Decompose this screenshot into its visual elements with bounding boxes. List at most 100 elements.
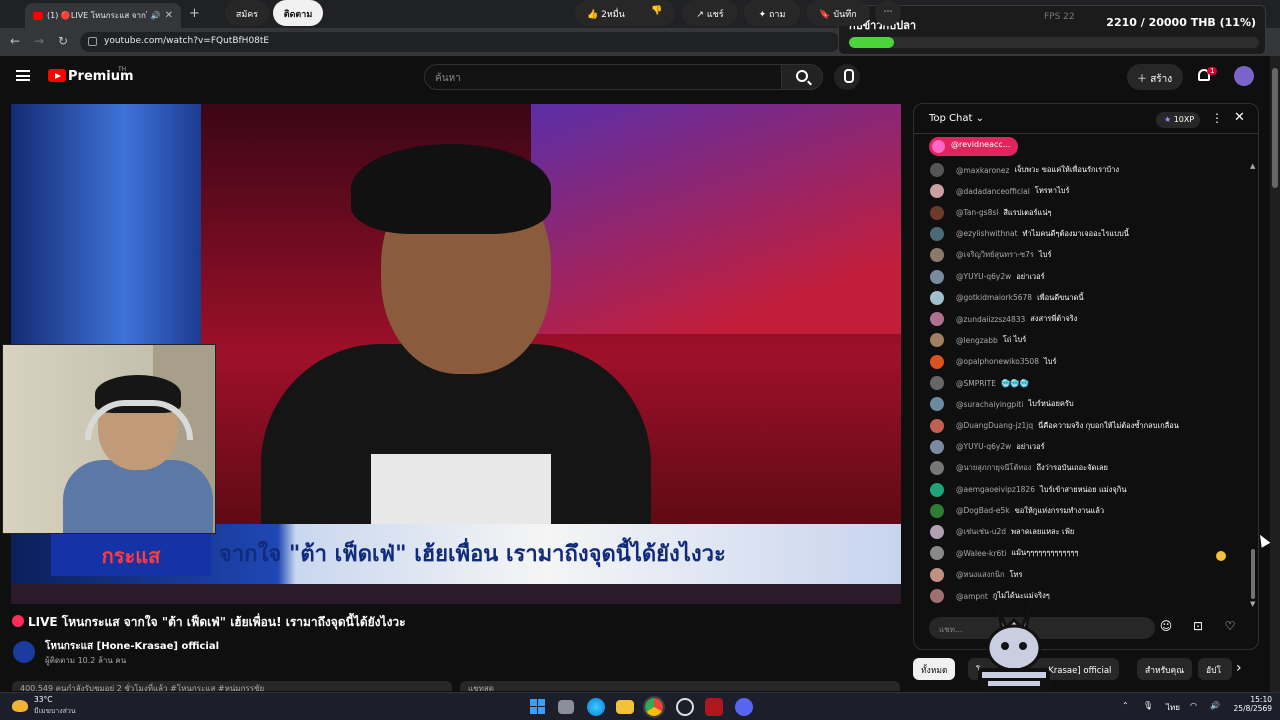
chat-message[interactable]: @surachaiyingpiti ไบร์หน่อยครับ <box>930 394 1074 414</box>
chat-author[interactable]: @เจริญวิทย์สุนทรา-ซ7ร <box>956 249 1034 261</box>
avatar[interactable] <box>930 226 944 241</box>
voice-search-icon[interactable] <box>834 64 860 90</box>
browser-tab[interactable]: (1) 🔴LIVE โหนกระแส จากใจ 🔊 ✕ <box>25 3 181 28</box>
chat-author[interactable]: @lengzabb <box>956 336 998 345</box>
site-info-icon[interactable] <box>88 37 97 46</box>
avatar[interactable] <box>930 269 944 284</box>
chat-message[interactable]: @maxkaronez เจ็บพวะ ขอแค่ให้เพื่อนรักเราบ… <box>930 160 1119 180</box>
chat-message[interactable]: @เจริญวิทย์สุนทรา-ซ7ร ไบร์ <box>930 245 1051 265</box>
more-actions-icon[interactable]: ⋯ <box>875 0 901 26</box>
chat-scrollbar[interactable] <box>1251 549 1255 599</box>
dislike-icon[interactable]: 👎 <box>651 6 662 16</box>
chat-author[interactable]: @surachaiyingpiti <box>956 400 1023 409</box>
system-clock[interactable]: 15:10 25/8/2569 <box>1232 695 1272 713</box>
avatar[interactable] <box>930 525 944 540</box>
create-button[interactable]: ＋ สร้าง <box>1127 64 1183 90</box>
avatar[interactable] <box>930 546 944 561</box>
avatar[interactable] <box>930 418 944 433</box>
dota-icon[interactable] <box>705 698 723 716</box>
weather-summary[interactable]: มีเมฆบางส่วน <box>34 706 76 717</box>
pinned-supporter[interactable]: @revidneacc... <box>929 137 1019 156</box>
xp-badge[interactable]: ★ 10XP <box>1156 112 1201 128</box>
join-button[interactable]: สมัคร <box>225 0 269 26</box>
chat-author[interactable]: @aemgaoeivipz1826 <box>956 485 1035 494</box>
channel-name[interactable]: โหนกระแส [Hone-Krasae] official <box>45 639 219 654</box>
like-count[interactable]: 2หมื่น <box>601 10 625 20</box>
avatar[interactable] <box>930 248 944 263</box>
avatar[interactable] <box>930 376 944 390</box>
back-icon[interactable]: ← <box>10 34 20 48</box>
subscribe-button[interactable]: ติดตาม <box>273 0 323 26</box>
avatar[interactable] <box>930 439 944 454</box>
chat-message-list[interactable]: @maxkaronez เจ็บพวะ ขอแค่ให้เพื่อนรักเราบ… <box>914 160 1258 610</box>
filter-chip[interactable]: ทั้งหมด <box>913 658 956 680</box>
chat-message[interactable]: @SMPRITE 🥶🥶🥶 <box>930 373 1029 393</box>
chat-author[interactable]: @SMPRITE <box>956 379 996 388</box>
file-explorer-icon[interactable] <box>616 700 634 714</box>
avatar[interactable] <box>930 397 944 412</box>
avatar[interactable] <box>930 503 944 518</box>
chat-author[interactable]: @Walee-kr6ti <box>956 549 1006 558</box>
chat-author[interactable]: @เช่นเช่น-u2d <box>956 526 1006 538</box>
volume-icon[interactable]: 🔊 <box>1210 701 1220 710</box>
chat-mode-selector[interactable]: Top Chat ⌄ <box>929 113 984 124</box>
discord-icon[interactable] <box>735 698 753 716</box>
share-button[interactable]: ↗ แชร์ <box>682 0 738 26</box>
avatar[interactable] <box>1234 66 1254 86</box>
chat-message[interactable]: @opalphonewiko3508 ไบร์ <box>930 352 1057 372</box>
new-tab-icon[interactable]: + <box>189 6 200 21</box>
youtube-logo-icon[interactable] <box>48 69 66 82</box>
weather-icon[interactable] <box>12 700 28 712</box>
input-language[interactable]: ไทย <box>1166 701 1180 714</box>
avatar[interactable] <box>930 589 944 603</box>
reload-icon[interactable]: ↻ <box>58 34 68 48</box>
chat-message[interactable]: @นายสุภกายุจนีโต้ทอง ถึงว่ารอบันเถอะจัดเล… <box>930 458 1108 478</box>
close-tab-icon[interactable]: ✕ <box>165 10 173 21</box>
emoji-picker-icon[interactable]: ☺ <box>1158 619 1174 635</box>
close-icon[interactable]: ✕ <box>1234 110 1245 125</box>
tray-chevron-icon[interactable]: ⌃ <box>1122 701 1129 710</box>
filter-chip[interactable]: สำหรับคุณ <box>1137 658 1193 680</box>
chat-message[interactable]: @เช่นเช่น-u2d พลาดเลยแหละ เฟ้ย <box>930 522 1074 542</box>
chat-author[interactable]: @opalphonewiko3508 <box>956 357 1039 366</box>
chrome-icon[interactable] <box>643 696 665 718</box>
chat-message[interactable]: @aemgaoeivipz1826 ไบร์เข้าสายหน่อย แม่งจุ… <box>930 480 1126 500</box>
weather-temp[interactable]: 33°C <box>34 695 53 704</box>
url-field[interactable]: youtube.com/watch?v=FQutBfH08tE <box>80 32 840 52</box>
scroll-down-icon[interactable]: ▼ <box>1250 600 1255 608</box>
chat-message[interactable]: @YUYU-q6y2w อย่าเวอร์ <box>930 437 1045 457</box>
obs-icon[interactable] <box>676 698 694 716</box>
chat-author[interactable]: @YUYU-q6y2w <box>956 442 1011 451</box>
super-chat-icon[interactable]: ⊡ <box>1190 619 1206 635</box>
chat-author[interactable]: @dadadanceofficial <box>956 187 1030 196</box>
ask-button[interactable]: ✦ ถาม <box>744 0 800 26</box>
chat-message[interactable]: @หนงแสงกนิก โทร <box>930 565 1023 585</box>
edge-browser-icon[interactable] <box>587 698 605 716</box>
save-button[interactable]: 🔖 บันทึก <box>806 0 870 26</box>
avatar[interactable] <box>930 482 944 497</box>
chat-message[interactable]: @dadadanceofficial โทรหาไบร์ <box>930 181 1070 201</box>
chat-message[interactable]: @zundaiizzsz4833 สงสารพี่ต้าจริง <box>930 309 1077 329</box>
menu-icon[interactable] <box>16 70 30 81</box>
description-preview[interactable]: 400,549 คนกำลังรับชมอยู่ 2 ชั่วโมงที่แล้… <box>12 681 452 691</box>
chat-author[interactable]: @นายสุภกายุจนีโต้ทอง <box>956 462 1031 474</box>
chat-message[interactable]: @Walee-kr6ti แม้นๆๆๆๆๆๆๆๆๆๆๆๆๆ <box>930 543 1079 563</box>
avatar[interactable] <box>930 290 944 305</box>
chat-author[interactable]: @DogBad-e5k <box>956 506 1010 515</box>
avatar[interactable] <box>930 184 944 199</box>
mic-icon[interactable]: 🎙 <box>1143 701 1153 710</box>
search-button[interactable] <box>781 64 823 90</box>
chat-message[interactable]: @Tan-gs8sl สีแรปเตอร์แน่ๆ <box>930 203 1052 223</box>
chat-message[interactable]: @lengzabb โถ่ ไบร์ <box>930 330 1026 350</box>
chat-author[interactable]: @YUYU-q6y2w <box>956 272 1011 281</box>
page-scroll-thumb[interactable] <box>1272 68 1278 188</box>
chat-author[interactable]: @maxkaronez <box>956 166 1009 175</box>
chat-options-icon[interactable]: ⋮ <box>1211 111 1223 125</box>
chat-message[interactable]: @DuangDuang-jz1jq นี่คือความจริง กุบอกให้… <box>930 416 1179 436</box>
task-view-icon[interactable] <box>558 700 574 714</box>
chat-message[interactable]: @YUYU-q6y2w อย่าเวอร์ <box>930 267 1045 287</box>
search-input[interactable]: ค้นหา <box>424 64 782 90</box>
chat-author[interactable]: @ezylishwithnat <box>956 229 1018 238</box>
avatar[interactable] <box>930 567 944 582</box>
wifi-icon[interactable]: ◠ <box>1190 701 1197 710</box>
